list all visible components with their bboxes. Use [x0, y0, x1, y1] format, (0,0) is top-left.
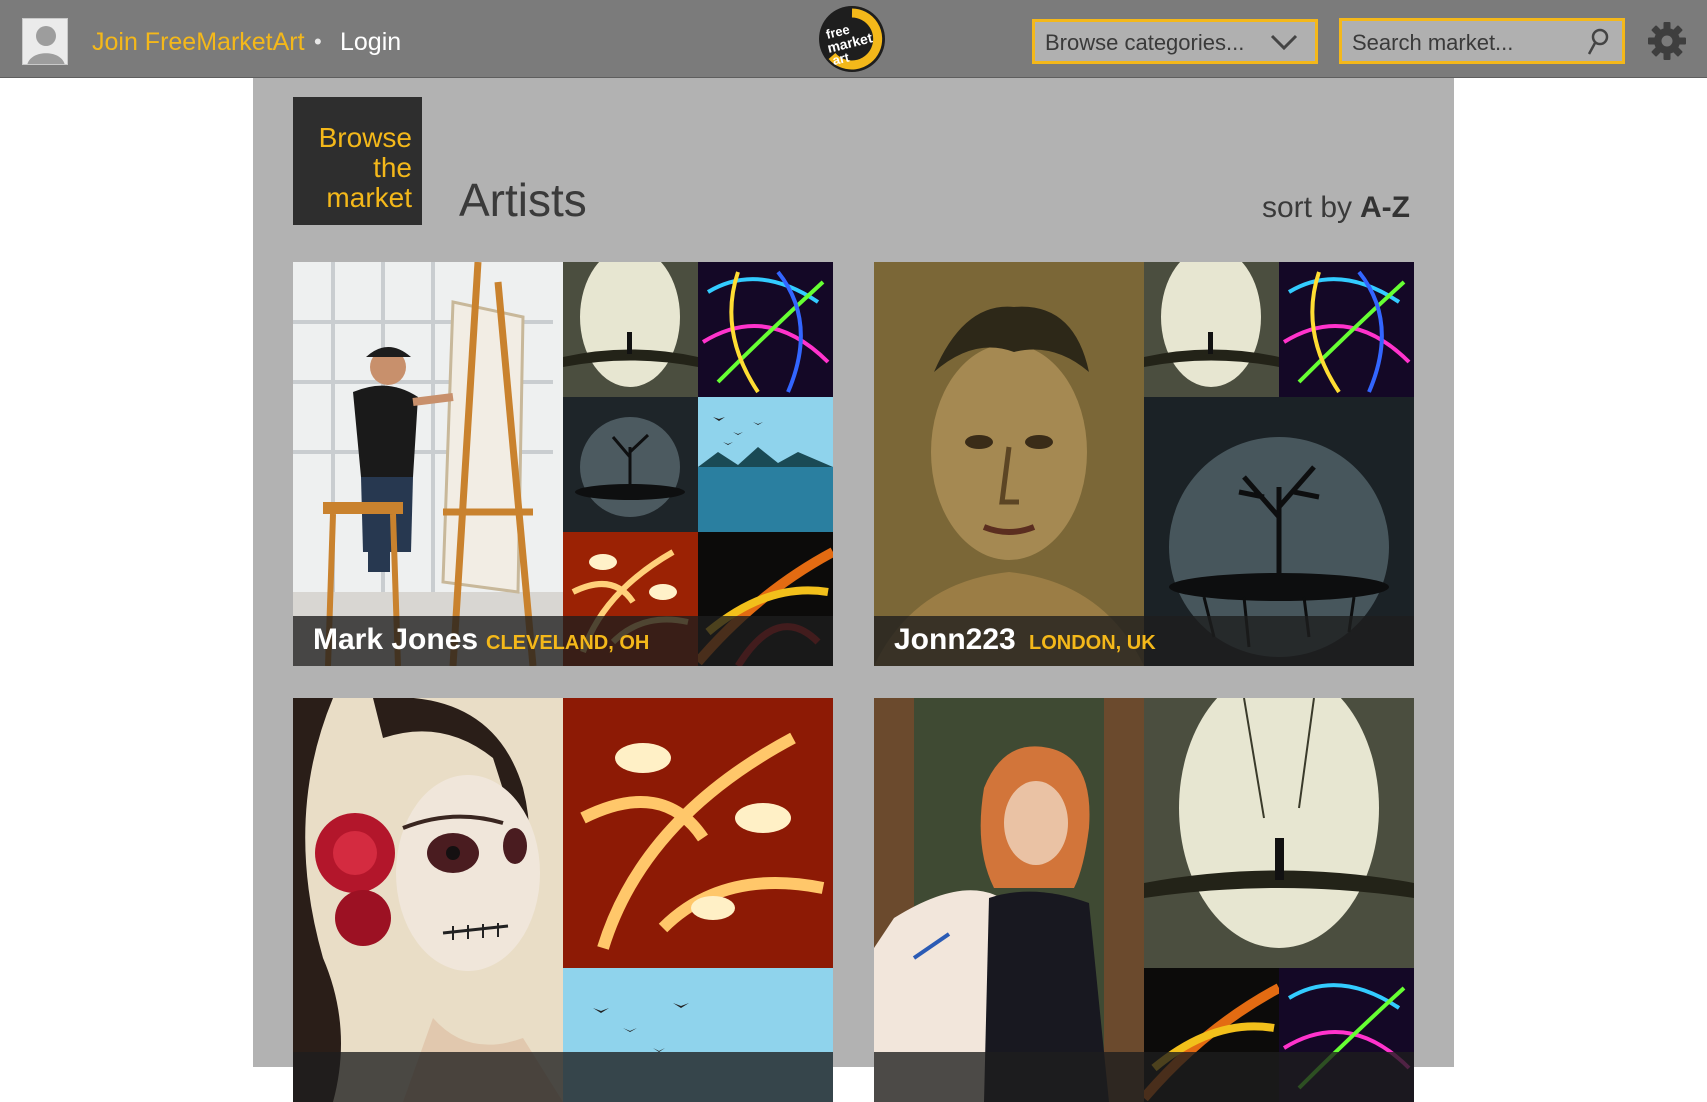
- artist-caption: Jonn223 LONDON, UK: [874, 616, 1414, 666]
- artwork-thumbnail: [698, 262, 833, 397]
- join-link[interactable]: Join FreeMarketArt: [92, 26, 305, 58]
- artist-caption: [293, 1052, 833, 1102]
- search-input[interactable]: [1350, 27, 1580, 59]
- artist-card-jonn223[interactable]: Jonn223 LONDON, UK: [874, 262, 1414, 666]
- avatar-icon[interactable]: [22, 18, 68, 65]
- search-icon[interactable]: [1586, 28, 1610, 56]
- artist-card-mark-jones[interactable]: Mark Jones CLEVELAND, OH: [293, 262, 833, 666]
- browse-categories-label: Browse categories...: [1045, 30, 1245, 55]
- login-link[interactable]: Login: [340, 26, 401, 58]
- search-box: [1339, 18, 1625, 64]
- chevron-down-icon: [1269, 32, 1299, 52]
- freemarketart-logo[interactable]: free market art: [818, 5, 886, 73]
- artwork-thumbnail: [563, 262, 698, 397]
- browse-tile-line-3: market: [326, 182, 412, 213]
- artist-name[interactable]: Jonn223: [894, 622, 1016, 658]
- browse-market-tile[interactable]: Browse the market: [293, 97, 422, 225]
- page-title: Artists: [459, 174, 587, 226]
- sort-value: A-Z: [1360, 191, 1410, 224]
- artist-location: CLEVELAND, OH: [486, 632, 650, 654]
- browse-tile-line-2: the: [373, 152, 412, 183]
- artist-portrait: [874, 698, 1144, 1102]
- browse-tile-line-1: Browse: [318, 122, 412, 153]
- artwork-thumbnail: [563, 698, 833, 968]
- artwork-thumbnail: [1144, 262, 1279, 397]
- artist-card[interactable]: [874, 698, 1414, 1102]
- artist-caption: Mark Jones CLEVELAND, OH: [293, 616, 833, 666]
- artist-portrait: [874, 262, 1144, 666]
- artist-caption: [874, 1052, 1414, 1102]
- gear-icon[interactable]: [1648, 22, 1686, 60]
- artist-card[interactable]: [293, 698, 833, 1102]
- artist-portrait: [293, 262, 563, 666]
- artist-name[interactable]: Mark Jones: [313, 622, 478, 658]
- top-bar: Join FreeMarketArt • Login free market a…: [0, 0, 1707, 78]
- browse-categories-select[interactable]: Browse categories...: [1032, 19, 1318, 64]
- artwork-thumbnail: [563, 397, 698, 532]
- artwork-thumbnail: [1144, 698, 1414, 968]
- artwork-thumbnail: [1279, 262, 1414, 397]
- sort-control[interactable]: sort by A-Z: [1262, 190, 1410, 226]
- content-panel: Browse the market Artists sort by A-Z Ma…: [253, 78, 1454, 1102]
- artist-portrait: [293, 698, 563, 1102]
- artwork-thumbnail: [698, 397, 833, 532]
- artist-location: LONDON, UK: [1029, 632, 1156, 654]
- nav-separator: •: [314, 29, 322, 54]
- sort-label: sort by: [1261, 191, 1353, 224]
